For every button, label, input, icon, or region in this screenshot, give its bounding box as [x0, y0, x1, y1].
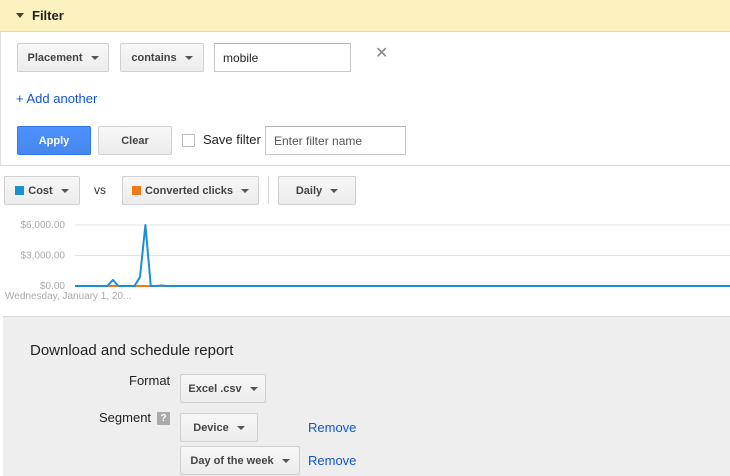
metric1-dropdown[interactable]: Cost: [4, 176, 80, 205]
help-icon[interactable]: ?: [157, 412, 170, 425]
segment-dropdown-day-of-week[interactable]: Day of the week: [180, 446, 300, 475]
separator: [268, 176, 269, 204]
metric1-swatch: [15, 186, 25, 195]
field-dropdown-label: Placement: [27, 51, 83, 64]
period-dropdown[interactable]: Daily: [278, 176, 356, 205]
metric2-swatch: [131, 186, 141, 195]
chevron-down-icon: [249, 386, 258, 391]
operator-dropdown[interactable]: contains: [120, 43, 204, 72]
save-filter-checkbox[interactable]: [182, 134, 195, 147]
chevron-down-icon: [236, 425, 245, 430]
clear-button[interactable]: Clear: [98, 126, 172, 155]
filter-title: Filter: [32, 8, 64, 23]
x-tick-label: Wednesday, January 1, 20...: [5, 291, 131, 302]
line-chart[interactable]: $6,000.00$3,000.00$0.00Wednesday, Januar…: [0, 214, 730, 304]
filter-header[interactable]: Filter: [0, 0, 730, 32]
save-filter-label: Save filter: [203, 132, 261, 147]
chevron-down-icon: [241, 188, 250, 193]
metric2-dropdown[interactable]: Converted clicks: [122, 176, 259, 205]
remove-segment-link[interactable]: Remove: [308, 420, 356, 435]
collapse-triangle-icon[interactable]: [16, 13, 24, 18]
field-dropdown[interactable]: Placement: [17, 43, 109, 72]
period-label: Daily: [295, 184, 323, 197]
format-dropdown[interactable]: Excel .csv: [180, 374, 266, 403]
chevron-down-icon: [184, 55, 193, 60]
filter-value-input[interactable]: [214, 43, 351, 72]
add-another-link[interactable]: + Add another: [16, 91, 97, 106]
vs-label: vs: [94, 183, 106, 197]
chevron-down-icon: [330, 188, 339, 193]
metric1-label: Cost: [28, 184, 53, 197]
clear-button-label: Clear: [121, 134, 149, 147]
download-title: Download and schedule report: [30, 342, 234, 359]
format-dropdown-label: Excel .csv: [188, 382, 242, 395]
apply-button-label: Apply: [38, 134, 70, 147]
segment-dropdown-label: Device: [193, 421, 229, 434]
metric2-label: Converted clicks: [144, 184, 234, 197]
remove-segment-link[interactable]: Remove: [308, 453, 356, 468]
y-tick-label: $6,000.00: [21, 220, 66, 231]
operator-dropdown-label: contains: [131, 51, 177, 64]
chevron-down-icon: [60, 188, 69, 193]
download-panel: [3, 316, 730, 476]
chevron-down-icon: [281, 458, 290, 463]
format-label: Format: [129, 373, 171, 388]
chevron-down-icon: [90, 55, 99, 60]
apply-button[interactable]: Apply: [17, 126, 91, 155]
segment-dropdown-device[interactable]: Device: [180, 413, 258, 442]
segment-label: Segment: [99, 410, 152, 425]
filter-name-input[interactable]: [265, 126, 406, 155]
segment-dropdown-label: Day of the week: [190, 454, 274, 467]
close-icon[interactable]: ✕: [375, 43, 388, 63]
y-tick-label: $3,000.00: [21, 251, 66, 262]
